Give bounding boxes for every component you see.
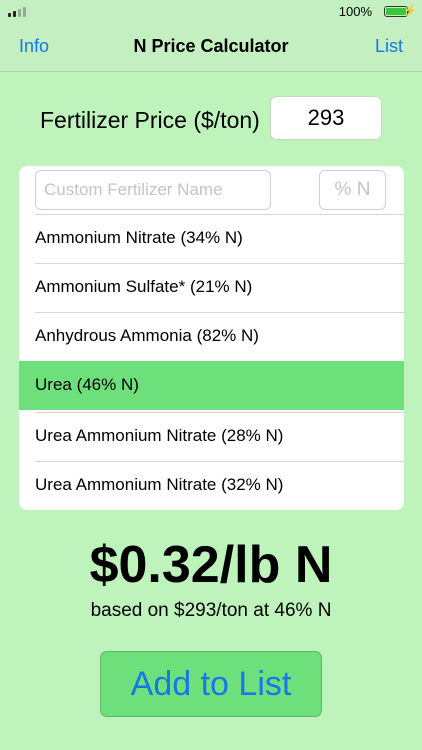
result-basis-text: based on $293/ton at 46% N [90, 600, 332, 621]
status-bar: 100% ⚡ [0, 0, 422, 24]
list-item[interactable]: Urea Ammonium Nitrate (32% N) [19, 461, 404, 510]
list-item-label: Urea (46% N) [35, 375, 139, 394]
list-item[interactable]: Ammonium Nitrate (34% N) [19, 214, 404, 263]
bolt-icon: ⚡ [403, 5, 417, 17]
battery-percentage: 100% [338, 4, 372, 19]
list-item[interactable]: Ammonium Sulfate* (21% N) [19, 263, 404, 312]
fertilizer-price-input[interactable]: 293 [270, 96, 382, 140]
list-button[interactable]: List [375, 36, 403, 57]
list-item[interactable]: Anhydrous Ammonia (82% N) [19, 312, 404, 361]
fertilizer-price-label: Fertilizer Price ($/ton) [40, 107, 260, 133]
list-item-label: Ammonium Nitrate (34% N) [35, 228, 243, 247]
signal-icon [8, 7, 28, 17]
fertilizer-list: Custom Fertilizer Name % N Ammonium Nitr… [19, 166, 404, 510]
list-item[interactable]: Urea Ammonium Nitrate (28% N) [19, 412, 404, 461]
list-item-label: Anhydrous Ammonia (82% N) [35, 326, 259, 345]
price-per-lb-result: $0.32/lb N [89, 536, 333, 594]
list-item-label: Ammonium Sulfate* (21% N) [35, 277, 253, 296]
add-to-list-button[interactable]: Add to List [100, 651, 322, 717]
list-item[interactable]: Urea (46% N) [19, 361, 404, 410]
custom-fertilizer-name-input[interactable]: Custom Fertilizer Name [35, 170, 271, 210]
navigation-bar: Info N Price Calculator List [0, 24, 422, 72]
list-item-label: Urea Ammonium Nitrate (28% N) [35, 426, 284, 445]
page-title: N Price Calculator [133, 36, 289, 56]
custom-percent-n-input[interactable]: % N [319, 170, 386, 210]
list-item-label: Urea Ammonium Nitrate (32% N) [35, 475, 284, 494]
custom-fertilizer-row: Custom Fertilizer Name % N [19, 166, 404, 214]
